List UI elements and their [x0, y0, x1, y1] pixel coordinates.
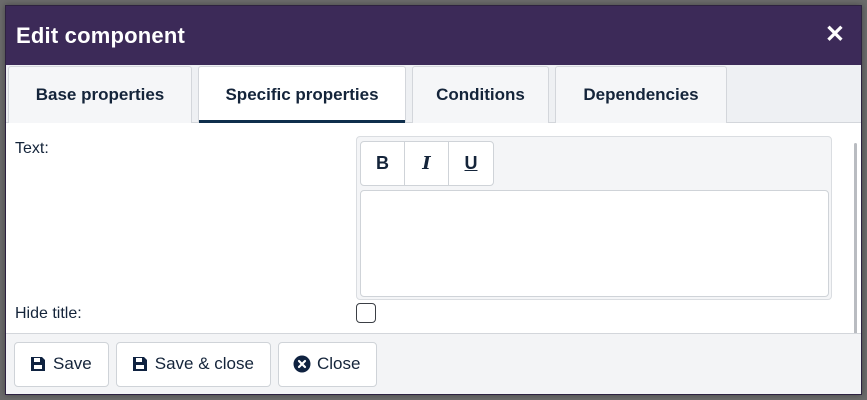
- tab-specific-properties[interactable]: Specific properties: [198, 66, 406, 123]
- rich-text-editor: B I U: [356, 136, 832, 300]
- tab-base-properties[interactable]: Base properties: [8, 66, 192, 123]
- text-field-label: Text:: [15, 140, 49, 157]
- hide-title-checkbox[interactable]: [356, 303, 376, 323]
- save-and-close-label: Save & close: [154, 354, 254, 373]
- underline-button[interactable]: U: [449, 142, 493, 185]
- close-button[interactable]: Close: [277, 341, 378, 387]
- save-label: Save: [53, 354, 92, 373]
- editor-toolbar: B I U: [360, 141, 494, 186]
- tab-label: Dependencies: [583, 85, 699, 104]
- hide-title-label: Hide title:: [15, 305, 82, 322]
- x-circle-icon: [293, 355, 311, 373]
- tab-label: Base properties: [35, 85, 165, 104]
- save-and-close-button[interactable]: Save & close: [115, 341, 271, 387]
- dialog-titlebar: Edit component ✕: [6, 6, 861, 65]
- close-label: Close: [316, 354, 361, 373]
- tab-dependencies[interactable]: Dependencies: [555, 66, 727, 123]
- scrollbar[interactable]: [854, 143, 857, 365]
- text-editor-area[interactable]: [360, 190, 829, 297]
- tab-conditions[interactable]: Conditions: [412, 66, 549, 123]
- form-content: Text: B I U Hide title:: [6, 123, 861, 365]
- dialog-title: Edit component: [16, 22, 186, 48]
- floppy-disk-icon: [29, 355, 47, 373]
- tab-bar: Base properties Specific properties Cond…: [6, 65, 861, 123]
- tab-label: Conditions: [436, 85, 525, 104]
- save-button[interactable]: Save: [14, 341, 109, 387]
- edit-component-dialog: Edit component ✕ Base properties Specifi…: [5, 5, 862, 395]
- italic-button[interactable]: I: [405, 142, 449, 185]
- close-icon[interactable]: ✕: [825, 22, 845, 47]
- bold-button[interactable]: B: [361, 142, 405, 185]
- floppy-disk-icon: [131, 355, 149, 373]
- tab-label: Specific properties: [225, 85, 379, 104]
- dialog-footer: Save Save & close Close: [6, 333, 861, 394]
